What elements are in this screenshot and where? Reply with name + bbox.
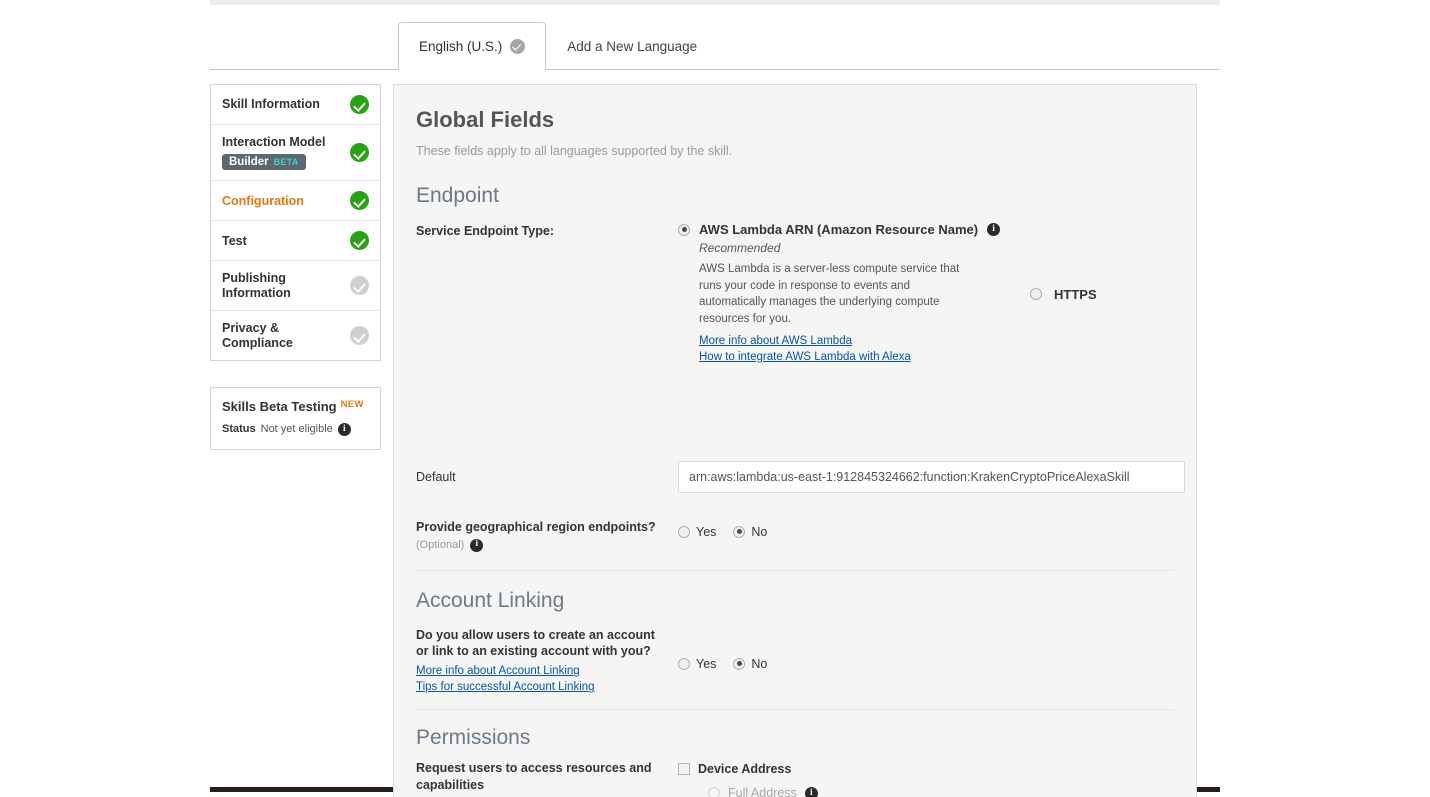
geo-optional-label: (Optional): [416, 539, 465, 552]
permissions-row: Request users to access resources and ca…: [416, 760, 1174, 797]
info-icon[interactable]: i: [337, 422, 351, 436]
tab-label: English (U.S.): [419, 39, 503, 54]
permission-label: Device Address: [698, 762, 792, 777]
info-icon[interactable]: i: [987, 223, 1001, 236]
builder-badge-label: Builder: [229, 156, 269, 169]
permission-device-address[interactable]: Device Address: [678, 762, 1174, 776]
service-endpoint-type-row: Service Endpoint Type: AWS Lambda ARN (A…: [416, 222, 1174, 367]
link-more-info-aws-lambda[interactable]: More info about AWS Lambda: [699, 335, 1030, 347]
info-icon[interactable]: i: [470, 538, 484, 552]
status-complete-icon: [350, 191, 369, 211]
tab-label: Add a New Language: [567, 38, 698, 54]
status-incomplete-icon: [350, 276, 369, 296]
beta-status-label: Status: [222, 423, 256, 436]
section-divider: [416, 709, 1174, 711]
section-heading-permissions: Permissions: [416, 726, 531, 750]
default-endpoint-row: Default: [416, 460, 1185, 493]
account-linking-row: Do you allow users to create an account …: [416, 627, 1174, 698]
geo-region-question: Provide geographical region endpoints?: [416, 519, 656, 534]
status-complete-icon: [350, 231, 369, 251]
skills-beta-testing-card: Skills Beta Testing NEW Status Not yet e…: [210, 386, 381, 450]
account-linking-no-label: No: [751, 656, 768, 671]
status-complete-icon: [350, 95, 369, 114]
account-linking-yes-label: Yes: [696, 656, 717, 671]
lambda-recommended-label: Recommended: [699, 241, 781, 255]
permission-full-address[interactable]: Full Address i: [708, 786, 1174, 797]
sidebar-item-label: Interaction Model: [222, 135, 326, 149]
radio-https[interactable]: [1030, 288, 1042, 301]
geo-no-label: No: [751, 524, 768, 539]
sidebar-item-skill-information[interactable]: Skill Information: [211, 85, 380, 125]
radio-geo-no[interactable]: [733, 525, 746, 538]
https-option-label: HTTPS: [1054, 286, 1097, 302]
check-circle-icon: [510, 39, 526, 54]
tab-english-us[interactable]: English (U.S.): [398, 22, 547, 70]
sidebar-item-interaction-model[interactable]: Interaction Model Builder BETA: [211, 125, 380, 182]
beta-card-title: Skills Beta Testing: [222, 398, 337, 414]
geo-region-row: Provide geographical region endpoints? (…: [416, 519, 1174, 552]
page-subtitle: These fields apply to all languages supp…: [416, 144, 733, 158]
sidebar-item-privacy-compliance[interactable]: Privacy & Compliance: [211, 311, 380, 360]
sidebar-item-test[interactable]: Test: [211, 221, 380, 262]
sidebar-item-label: Privacy & Compliance: [222, 321, 293, 350]
link-integrate-lambda-alexa[interactable]: How to integrate AWS Lambda with Alexa: [699, 351, 1030, 363]
info-icon[interactable]: i: [804, 786, 818, 797]
link-tips-account-linking[interactable]: Tips for successful Account Linking: [416, 681, 664, 693]
tab-add-new-language[interactable]: Add a New Language: [546, 22, 718, 69]
sidebar-item-label: Test: [222, 233, 247, 248]
radio-geo-yes[interactable]: [678, 525, 690, 538]
sidebar-item-label: Configuration: [222, 193, 304, 208]
account-linking-question: Do you allow users to create an account …: [416, 627, 655, 659]
beta-status-value: Not yet eligible: [260, 423, 333, 436]
permission-label: Full Address: [728, 786, 797, 797]
default-endpoint-label: Default: [416, 469, 456, 484]
status-complete-icon: [350, 143, 369, 163]
beta-tag-label: BETA: [273, 157, 299, 168]
page-title: Global Fields: [416, 107, 555, 132]
link-more-info-account-linking[interactable]: More info about Account Linking: [416, 665, 664, 677]
sidebar: Skill Information Interaction Model Buil…: [210, 84, 381, 450]
radio-account-linking-yes[interactable]: [678, 657, 690, 670]
permissions-label: Request users to access resources and ca…: [416, 761, 652, 793]
sidebar-item-label: Skill Information: [222, 97, 320, 112]
radio-full-address[interactable]: [708, 787, 720, 797]
radio-aws-lambda-arn[interactable]: [678, 223, 690, 236]
builder-beta-badge[interactable]: Builder BETA: [222, 154, 306, 171]
language-tab-bar: English (U.S.) Add a New Language: [210, 22, 1220, 70]
top-strip: [210, 0, 1220, 5]
status-incomplete-icon: [350, 326, 369, 345]
lambda-option-title: AWS Lambda ARN (Amazon Resource Name): [699, 222, 979, 237]
global-fields-panel: Global Fields These fields apply to all …: [393, 84, 1197, 797]
https-option-group: HTTPS: [1030, 222, 1097, 367]
lambda-option-group: AWS Lambda ARN (Amazon Resource Name) i …: [678, 222, 1030, 367]
lambda-description: AWS Lambda is a server-less compute serv…: [699, 263, 960, 326]
section-divider: [416, 569, 1174, 571]
checkbox-device-address[interactable]: [678, 763, 690, 776]
page-root: English (U.S.) Add a New Language Skill …: [0, 0, 1430, 797]
radio-account-linking-no[interactable]: [733, 657, 746, 670]
sidebar-item-label: Publishing Information: [222, 271, 291, 300]
service-endpoint-type-label: Service Endpoint Type:: [416, 224, 554, 238]
section-heading-endpoint: Endpoint: [416, 184, 499, 207]
section-heading-account-linking: Account Linking: [416, 588, 565, 612]
sidebar-item-publishing-information[interactable]: Publishing Information: [211, 261, 380, 312]
sidebar-item-configuration[interactable]: Configuration: [211, 181, 380, 222]
sidebar-nav-card: Skill Information Interaction Model Buil…: [210, 84, 381, 361]
new-badge: NEW: [340, 398, 364, 410]
default-endpoint-input[interactable]: [678, 460, 1185, 493]
geo-yes-label: Yes: [696, 524, 717, 539]
